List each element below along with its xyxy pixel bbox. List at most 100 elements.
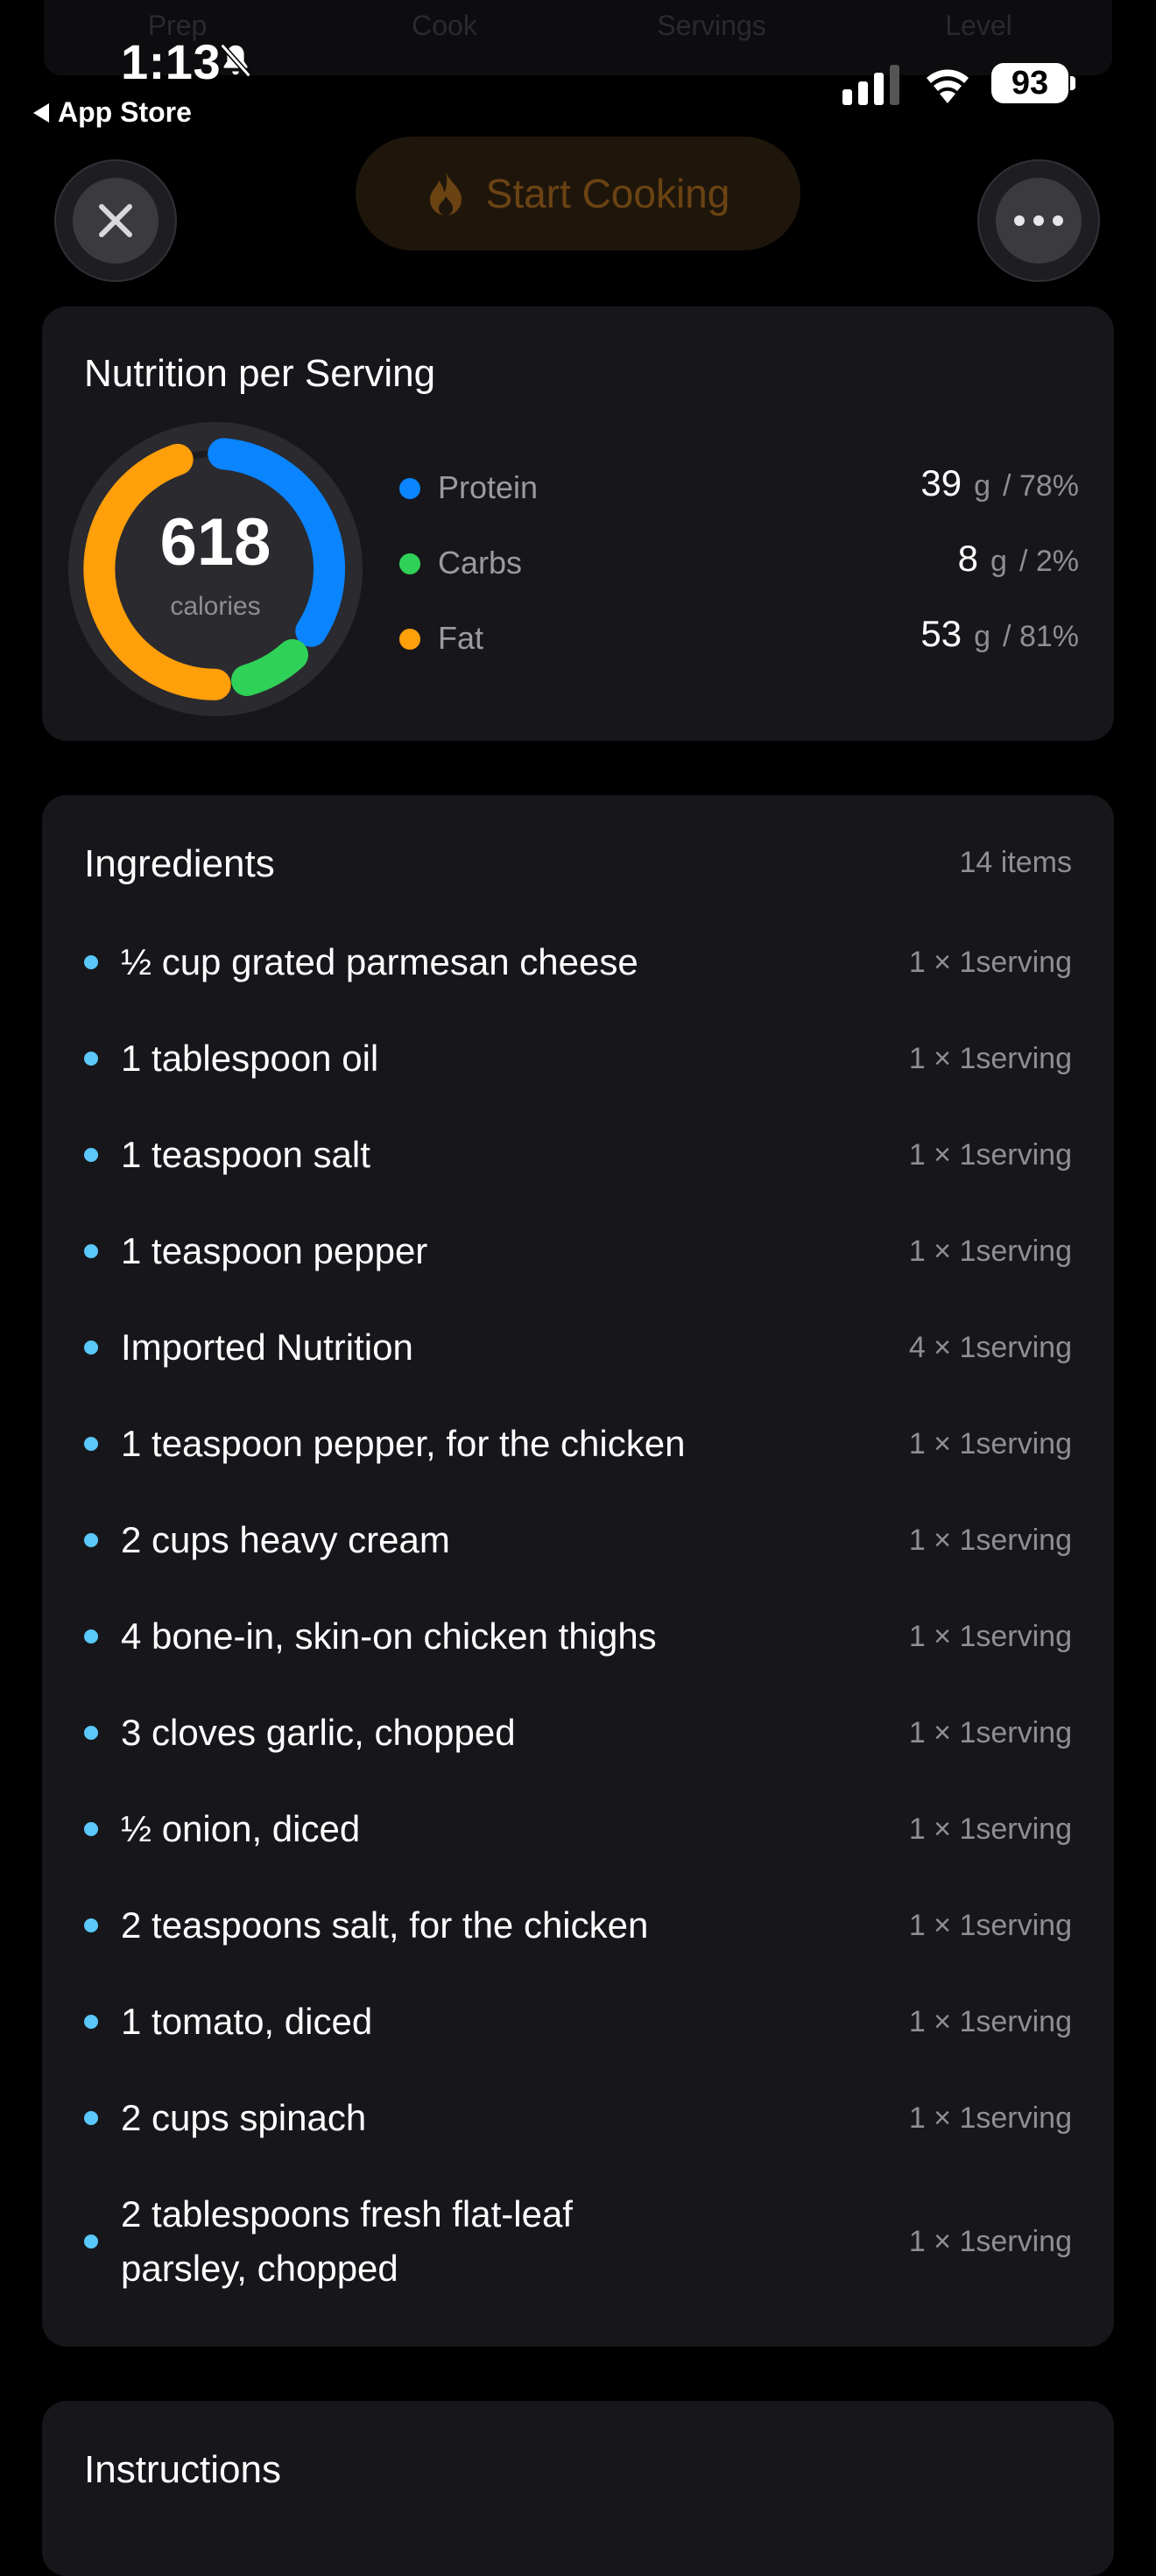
ingredient-row[interactable]: 2 tablespoons fresh flat-leaf parsley, c… [84,2187,1072,2296]
back-triangle-icon [33,102,49,123]
ingredient-bullet [84,1629,98,1643]
ingredient-amount: 1 × 1serving [908,1908,1072,1942]
ingredient-text: ½ cup grated parmesan cheese [121,941,638,982]
ingredient-row[interactable]: 1 tablespoon oil 1 × 1serving [84,1031,1072,1086]
battery-indicator: 93 [991,63,1075,103]
ingredient-text: Imported Nutrition [121,1327,413,1368]
macro-row-protein: Protein 39 g / 78% [399,462,1079,515]
ingredient-amount: 4 × 1serving [908,1330,1072,1364]
close-icon [99,204,132,237]
battery-level: 93 [991,63,1068,103]
status-bar: 1:13 App Store 93 [0,0,1156,131]
ingredient-bullet [84,1918,98,1932]
ingredient-amount: 1 × 1serving [908,1426,1072,1460]
ingredient-row[interactable]: 1 tomato, diced 1 × 1serving [84,1995,1072,2049]
carbs-dot [399,553,420,574]
ingredient-text: 3 cloves garlic, chopped [121,1712,516,1753]
ingredient-text: 2 tablespoons fresh flat-leaf parsley, c… [121,2193,573,2289]
ingredient-text: 1 teaspoon pepper [121,1230,428,1271]
instructions-title: Instructions [84,2448,281,2491]
ingredient-bullet [84,1533,98,1547]
ingredients-count: 14 items [959,846,1073,879]
macro-unit: g [974,469,991,503]
start-cooking-label: Start Cooking [485,171,730,216]
ingredient-text: 1 tomato, diced [121,2001,373,2042]
ingredient-amount: 1 × 1serving [908,1523,1072,1557]
ingredient-row[interactable]: ½ onion, diced 1 × 1serving [84,1802,1072,1856]
fat-dot [399,629,420,650]
ingredient-row[interactable]: ½ cup grated parmesan cheese 1 × 1servin… [84,935,1072,989]
macro-unit: g [990,545,1007,578]
ingredient-text: 1 teaspoon pepper, for the chicken [121,1423,686,1464]
ingredients-title: Ingredients [84,842,275,885]
ingredient-amount: 1 × 1serving [908,1234,1072,1268]
ingredient-text: 2 teaspoons salt, for the chicken [121,1904,649,1946]
ingredient-amount: 1 × 1serving [908,2101,1072,2135]
instructions-card: Instructions [42,2401,1114,2576]
ellipsis-icon [1014,215,1063,226]
calories-label: calories [170,592,261,621]
ingredient-row[interactable]: 1 teaspoon pepper 1 × 1serving [84,1224,1072,1278]
wifi-icon [927,69,969,103]
ingredient-row[interactable]: 2 teaspoons salt, for the chicken 1 × 1s… [84,1898,1072,1953]
ingredient-row[interactable]: 4 bone-in, skin-on chicken thighs 1 × 1s… [84,1609,1072,1664]
macro-name: Carbs [438,545,523,581]
ingredient-bullet [84,2235,98,2249]
cellular-signal-icon [842,65,899,105]
ingredient-amount: 1 × 1serving [908,2004,1072,2038]
ingredient-row[interactable]: 3 cloves garlic, chopped 1 × 1serving [84,1706,1072,1760]
ingredient-text: 2 cups spinach [121,2097,367,2138]
ingredient-amount: 1 × 1serving [908,945,1072,979]
ingredients-card: Ingredients 14 items ½ cup grated parmes… [42,795,1114,2347]
nutrition-title: Nutrition per Serving [84,352,436,395]
macro-name: Fat [438,620,484,656]
macro-value: 39 [920,462,962,503]
macro-name: Protein [438,469,539,505]
protein-dot [399,478,420,499]
ingredient-bullet [84,1148,98,1162]
ingredient-bullet [84,1052,98,1066]
ingredient-bullet [84,1244,98,1258]
ingredient-amount: 1 × 1serving [908,1715,1072,1749]
ingredient-row[interactable]: 1 teaspoon salt 1 × 1serving [84,1128,1072,1182]
battery-cap [1070,76,1075,90]
ingredient-bullet [84,1341,98,1355]
ingredient-row[interactable]: 2 cups heavy cream 1 × 1serving [84,1513,1072,1567]
back-to-app-store[interactable]: App Store [33,96,192,129]
ingredient-row[interactable]: 1 teaspoon pepper, for the chicken 1 × 1… [84,1417,1072,1471]
ingredient-bullet [84,2111,98,2125]
bell-slash-icon [220,43,251,78]
calories-value: 618 [159,505,271,580]
macro-value: 8 [957,538,979,579]
macro-percent: / 81% [1003,620,1079,653]
macro-row-fat: Fat 53 g / 81% [399,613,1079,665]
ingredient-amount: 1 × 1serving [908,1619,1072,1653]
macro-value: 53 [920,613,962,654]
more-options-button[interactable] [977,159,1100,282]
ingredient-bullet [84,1726,98,1740]
macro-percent: / 78% [1003,469,1079,503]
ingredient-text: 1 tablespoon oil [121,1038,379,1079]
ingredient-bullet [84,1437,98,1451]
ingredient-bullet [84,2015,98,2029]
ingredient-amount: 1 × 1serving [908,1041,1072,1075]
macro-unit: g [974,620,991,653]
ingredient-text: 4 bone-in, skin-on chicken thighs [121,1615,657,1657]
status-time: 1:13 [121,34,222,89]
macro-percent: / 2% [1019,545,1079,578]
ingredient-bullet [84,1822,98,1836]
ingredient-row[interactable]: 2 cups spinach 1 × 1serving [84,2091,1072,2145]
ingredient-bullet [84,955,98,969]
nutrition-card: Nutrition per Serving 618 calories Prote… [42,306,1114,741]
ingredient-amount: 1 × 1serving [908,1137,1072,1172]
back-app-label: App Store [58,96,192,128]
ingredient-amount: 1 × 1serving [908,2224,1072,2258]
ingredient-text: ½ onion, diced [121,1808,361,1849]
macro-row-carbs: Carbs 8 g / 2% [399,538,1079,590]
ingredient-text: 1 teaspoon salt [121,1134,370,1175]
ingredient-row[interactable]: Imported Nutrition 4 × 1serving [84,1320,1072,1375]
close-button[interactable] [54,159,177,282]
flame-icon [429,172,462,215]
start-cooking-button[interactable]: Start Cooking [356,137,800,250]
ingredient-text: 2 cups heavy cream [121,1519,450,1560]
